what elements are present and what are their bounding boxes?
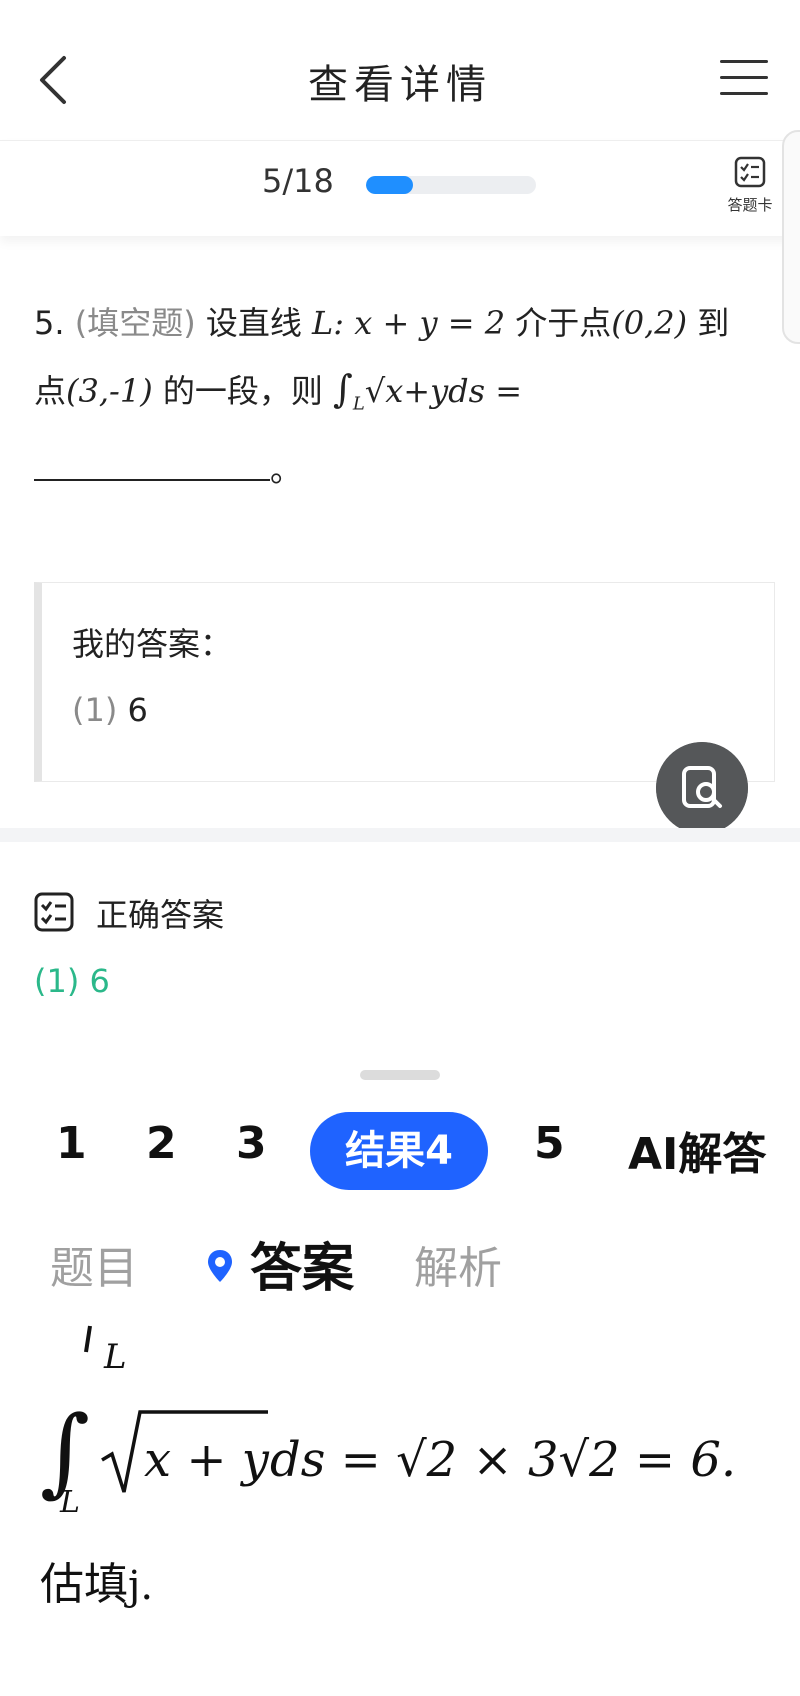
- integral-subscript: L: [352, 393, 365, 415]
- progress-fill: [366, 176, 414, 194]
- explanation-text-main: 估填: [40, 1559, 128, 1610]
- explanation-text: 估填j.: [40, 1548, 153, 1612]
- subtab-analysis[interactable]: 解析: [414, 1232, 502, 1296]
- sheet-drag-handle[interactable]: [360, 1070, 440, 1080]
- checklist-icon: [34, 892, 74, 932]
- my-answer-index: (1): [72, 691, 118, 729]
- math-line-equation: L: x + y = 2: [312, 304, 506, 342]
- question-number: 5.: [34, 304, 65, 342]
- tab-1[interactable]: 1: [56, 1118, 87, 1169]
- question-text-part: 到: [697, 304, 730, 342]
- question-text: 5. (填空题) 设直线 L: x + y = 2 介于点(0,2) 到 点(3…: [34, 290, 764, 503]
- math-integral: ∫L√x+yds =: [333, 367, 523, 414]
- integrand: √x+yds =: [364, 372, 523, 410]
- section-divider: [0, 828, 800, 842]
- my-answer-box: 我的答案： (1) 6: [34, 582, 775, 782]
- side-drawer-handle[interactable]: [782, 130, 800, 344]
- subtab-answer[interactable]: 答案: [250, 1226, 354, 1301]
- location-pin-icon: [208, 1250, 232, 1282]
- formula-result: ds = √2 × 3√2 = 6.: [270, 1432, 736, 1488]
- question-text-part: 的一段，则: [162, 372, 323, 410]
- tab-result-4[interactable]: 结果4: [310, 1112, 488, 1190]
- page-title: 查看详情: [308, 62, 492, 108]
- correct-answer-value: (1) 6: [34, 962, 110, 1000]
- correct-answer-heading: 正确答案: [96, 896, 225, 934]
- menu-icon[interactable]: [720, 60, 768, 96]
- question-type: (填空题): [74, 304, 196, 342]
- answer-card-icon: [734, 156, 766, 188]
- integral-sign: ∫: [333, 367, 353, 411]
- subtab-question[interactable]: 题目: [50, 1232, 138, 1296]
- question-text-part: 设直线: [205, 304, 302, 342]
- fragment-subscript: L: [103, 1337, 127, 1377]
- answer-card-button[interactable]: 答题卡: [720, 156, 780, 226]
- question-text-part: 点: [34, 372, 67, 410]
- question-end-punct: 。: [270, 451, 303, 490]
- tab-5[interactable]: 5: [534, 1118, 565, 1169]
- formula-subscript: L: [59, 1485, 80, 1520]
- math-point-1: (0,2): [611, 304, 688, 342]
- answer-card-label: 答题卡: [727, 196, 773, 214]
- my-answer-text: 6: [127, 691, 148, 729]
- answer-blank: [34, 443, 270, 482]
- formula-fragment: L: [84, 1325, 127, 1377]
- tab-3[interactable]: 3: [236, 1118, 267, 1169]
- my-answer-value: (1) 6: [72, 691, 148, 729]
- question-text-part: 介于点: [515, 304, 612, 342]
- my-answer-heading: 我的答案：: [72, 625, 233, 663]
- progress-track: [366, 176, 536, 194]
- explanation-text-tail: j.: [128, 1563, 154, 1609]
- formula-radicand: x + y: [144, 1432, 270, 1488]
- math-point-2: (3,-1): [66, 372, 153, 410]
- search-floating-button[interactable]: [656, 742, 748, 834]
- tab-ai-answer[interactable]: AI解答: [628, 1118, 766, 1182]
- progress-counter: 5/18: [262, 162, 334, 200]
- solution-formula: ∫ L x + y ds = √2 × 3√2 = 6.: [40, 1400, 736, 1520]
- tab-2[interactable]: 2: [146, 1118, 177, 1169]
